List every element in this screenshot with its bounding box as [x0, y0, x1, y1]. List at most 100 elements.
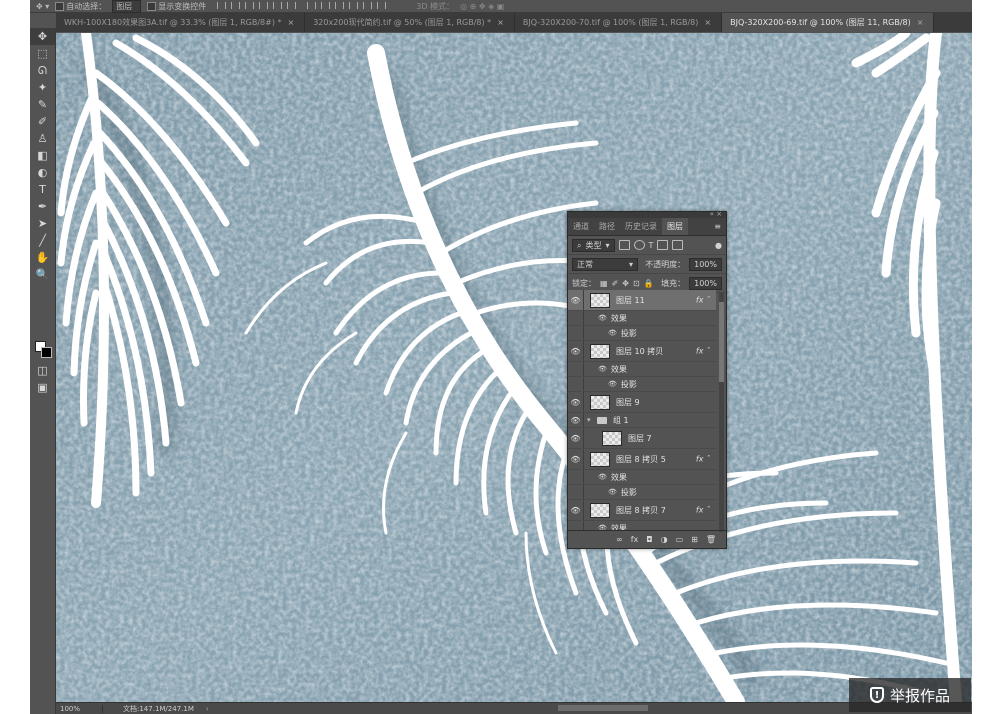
- visibility-eye-blank[interactable]: [568, 470, 584, 484]
- adjustment-icon[interactable]: ◑: [661, 535, 668, 544]
- layers-scrollbar[interactable]: [719, 292, 724, 532]
- eye-icon[interactable]: 👁: [568, 341, 584, 361]
- mode-3d-icons[interactable]: ◎ ⊕ ✥ ◈ ▣: [460, 2, 504, 11]
- marquee-icon[interactable]: ⬚: [30, 45, 55, 62]
- status-menu-arrow-icon[interactable]: ›: [206, 705, 209, 713]
- effects-row[interactable]: 👁 效果: [568, 470, 716, 485]
- show-transform-checkbox[interactable]: 显示变换控件: [147, 1, 206, 12]
- effects-row[interactable]: 👁 效果: [568, 362, 716, 377]
- eyedropper-icon[interactable]: ✎: [30, 96, 55, 113]
- eye-icon[interactable]: 👁: [568, 449, 584, 469]
- collapse-icon[interactable]: « ×: [710, 210, 722, 218]
- eye-icon[interactable]: 👁: [568, 428, 584, 448]
- drop-shadow-row[interactable]: 👁 投影: [568, 326, 716, 341]
- lasso-icon[interactable]: ᘏ: [30, 62, 55, 79]
- lock-transparent-icon[interactable]: ▦: [600, 279, 608, 288]
- stamp-icon[interactable]: ♙: [30, 130, 55, 147]
- panel-menu-icon[interactable]: ≡: [714, 218, 721, 235]
- trash-icon[interactable]: 🗑: [706, 535, 716, 544]
- shape-filter-icon[interactable]: [657, 240, 669, 250]
- layer-row[interactable]: 👁 图层 11 fx ˆ: [568, 290, 716, 311]
- group-row[interactable]: 👁 ▾ 组 1: [568, 413, 716, 428]
- visibility-eye-blank[interactable]: [568, 521, 584, 530]
- adjustment-filter-icon[interactable]: [633, 240, 645, 250]
- lock-artboard-icon[interactable]: ⊡: [633, 279, 640, 288]
- lock-all-icon[interactable]: 🔒: [644, 279, 654, 288]
- distribute-icons[interactable]: [302, 1, 387, 11]
- link-icon[interactable]: ∞: [616, 535, 623, 544]
- auto-select-checkbox[interactable]: 自动选择：: [55, 1, 106, 12]
- layer-row[interactable]: 👁 图层 8 拷贝 5 fx ˆ: [568, 449, 716, 470]
- eye-icon[interactable]: 👁: [598, 365, 607, 373]
- new-layer-icon[interactable]: ⊞: [691, 535, 698, 544]
- brush-icon[interactable]: ✐: [30, 113, 55, 130]
- document-tab[interactable]: BJQ-320X200-69.tif @ 100% (图层 11, RGB/8)…: [722, 13, 935, 32]
- folder-icon[interactable]: ▭: [676, 535, 684, 544]
- panel-tab[interactable]: 通道: [568, 218, 594, 235]
- layer-row[interactable]: 👁 图层 9: [568, 392, 716, 413]
- eye-icon[interactable]: 👁: [568, 500, 584, 520]
- background-color-swatch[interactable]: [41, 347, 52, 358]
- filter-toggle-icon[interactable]: ●: [715, 241, 722, 250]
- visibility-eye-blank[interactable]: [568, 362, 584, 376]
- panel-tab[interactable]: 图层: [662, 218, 688, 235]
- eye-icon[interactable]: 👁: [598, 314, 607, 322]
- fx-icon[interactable]: fx: [631, 535, 639, 544]
- effects-row[interactable]: 👁 效果: [568, 311, 716, 326]
- close-icon[interactable]: ×: [497, 13, 504, 32]
- mask-icon[interactable]: ◘: [646, 535, 652, 544]
- align-icons[interactable]: [212, 1, 297, 11]
- path-select-icon[interactable]: ➤: [30, 215, 55, 232]
- line-icon[interactable]: ╱: [30, 232, 55, 249]
- layers-scrollbar-thumb[interactable]: [719, 302, 724, 382]
- panel-tab[interactable]: 路径: [594, 218, 620, 235]
- document-tab[interactable]: 320x200现代简约.tif @ 50% (图层 1, RGB/8) * ×: [305, 13, 515, 32]
- hand-icon[interactable]: ✋: [30, 249, 55, 266]
- zoom-icon[interactable]: 🔍: [30, 266, 55, 283]
- close-icon[interactable]: ×: [704, 13, 711, 32]
- panel-tab[interactable]: 历史记录: [620, 218, 662, 235]
- type-filter-icon[interactable]: T: [649, 241, 654, 250]
- document-tab[interactable]: WKH-100X180效果图3A.tif @ 33.3% (图层 1, RGB/…: [56, 13, 306, 32]
- effects-row[interactable]: 👁 效果: [568, 521, 716, 530]
- move-tool-icon[interactable]: ✥ ▾: [36, 2, 49, 11]
- document-canvas[interactable]: [56, 33, 972, 702]
- visibility-eye-blank[interactable]: [568, 311, 584, 325]
- chevron-down-icon[interactable]: ▾: [587, 416, 593, 424]
- visibility-eye-blank[interactable]: [568, 377, 584, 391]
- eye-icon[interactable]: 👁: [608, 329, 617, 337]
- horizontal-scrollbar[interactable]: [558, 705, 648, 711]
- lock-position-icon[interactable]: ✥: [622, 279, 629, 288]
- layer-row[interactable]: 👁 图层 10 拷贝 fx ˆ: [568, 341, 716, 362]
- filter-type-select[interactable]: ⌕ 类型 ▾: [572, 238, 615, 252]
- type-icon[interactable]: T: [30, 181, 55, 198]
- zoom-level[interactable]: 100%: [56, 705, 103, 713]
- drop-shadow-row[interactable]: 👁 投影: [568, 485, 716, 500]
- lock-paint-icon[interactable]: ✐: [612, 279, 619, 288]
- fx-icon[interactable]: fx ˆ: [696, 455, 710, 464]
- layer-row[interactable]: 👁 图层 7: [568, 428, 716, 449]
- move-icon[interactable]: ✥: [30, 28, 55, 45]
- eye-icon[interactable]: 👁: [568, 413, 584, 427]
- quick-mask-icon[interactable]: ◫: [30, 362, 55, 379]
- report-button[interactable]: ! 举报作品: [849, 678, 971, 712]
- dodge-icon[interactable]: ◐: [30, 164, 55, 181]
- magic-wand-icon[interactable]: ✦: [30, 79, 55, 96]
- layer-row[interactable]: 👁 图层 8 拷贝 7 fx ˆ: [568, 500, 716, 521]
- fill-input[interactable]: 100%: [689, 276, 722, 290]
- fx-icon[interactable]: fx ˆ: [696, 347, 710, 356]
- eraser-icon[interactable]: ◧: [30, 147, 55, 164]
- fx-icon[interactable]: fx ˆ: [696, 506, 710, 515]
- pen-icon[interactable]: ✒: [30, 198, 55, 215]
- eye-icon[interactable]: 👁: [608, 380, 617, 388]
- screen-mode-icon[interactable]: ▣: [30, 379, 55, 396]
- close-icon[interactable]: ×: [288, 13, 295, 32]
- opacity-input[interactable]: 100%: [689, 257, 722, 271]
- eye-icon[interactable]: 👁: [598, 473, 607, 481]
- smart-filter-icon[interactable]: [672, 240, 684, 250]
- drop-shadow-row[interactable]: 👁 投影: [568, 377, 716, 392]
- document-tab[interactable]: BJQ-320X200-70.tif @ 100% (图层 1, RGB/8) ×: [515, 13, 723, 32]
- pixel-filter-icon[interactable]: [618, 240, 630, 250]
- eye-icon[interactable]: 👁: [608, 488, 617, 496]
- blend-mode-select[interactable]: 正常 ▾: [572, 257, 638, 271]
